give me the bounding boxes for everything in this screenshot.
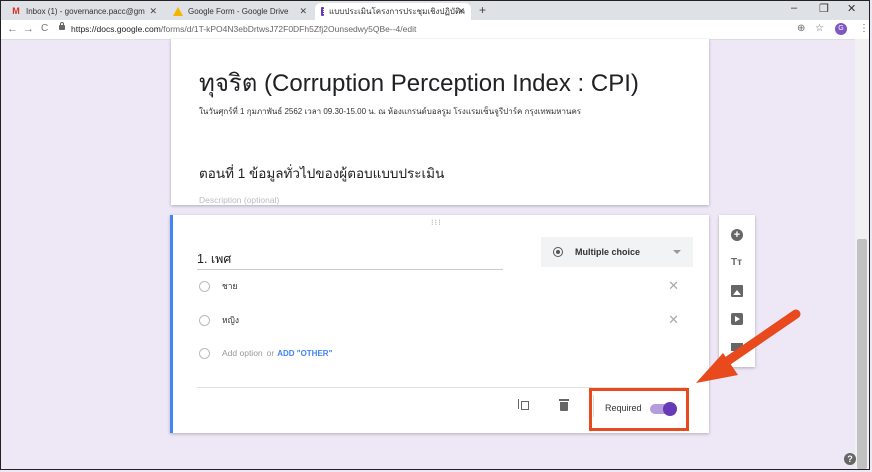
browser-window: M Inbox (1) - governance.pacc@gm ✕ Googl…	[0, 0, 870, 470]
help-icon[interactable]: ?	[844, 453, 856, 465]
annotation-arrow-icon	[696, 309, 801, 383]
